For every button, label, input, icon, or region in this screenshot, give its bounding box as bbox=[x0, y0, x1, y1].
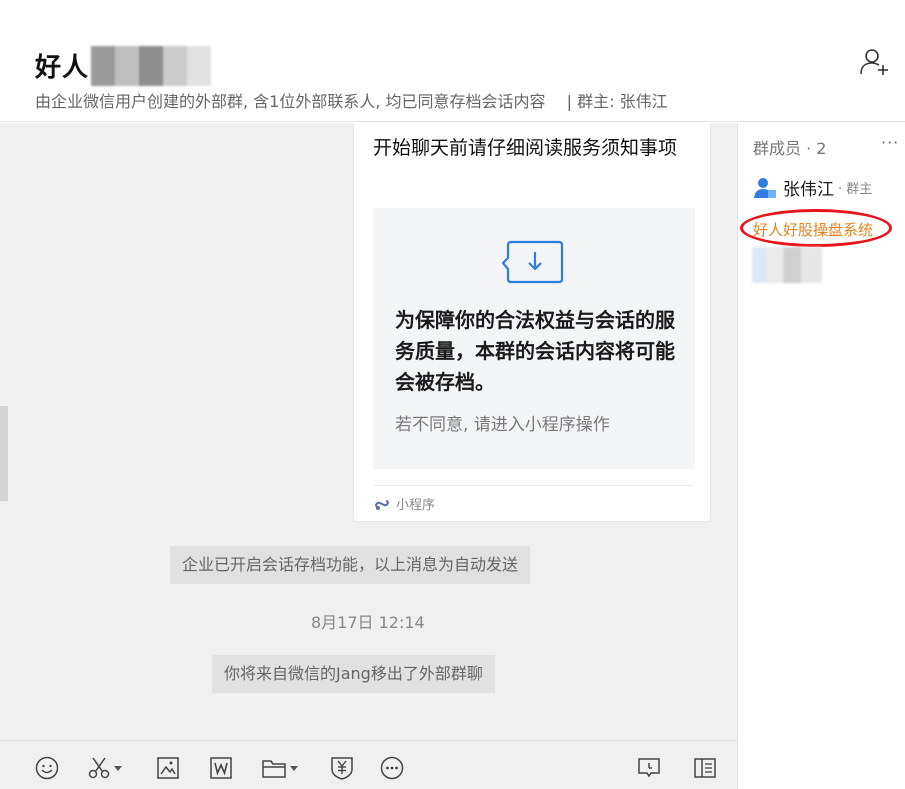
chat-subtitle: 由企业微信用户创建的外部群, 含1位外部联系人, 均已同意存档会话内容 | 群主… bbox=[35, 88, 668, 112]
card-content: 为保障你的合法权益与会话的服务质量，本群的会话内容将可能会被存档。 若不同意, … bbox=[373, 208, 695, 469]
card-divider bbox=[373, 485, 693, 486]
chat-history-icon[interactable] bbox=[637, 755, 661, 781]
chat-title-row: 好人 bbox=[35, 44, 212, 86]
member-item[interactable]: 张伟江 · 群主 bbox=[753, 175, 872, 200]
archive-download-icon bbox=[501, 240, 564, 284]
members-title: 群成员 · 2 bbox=[753, 139, 827, 158]
chevron-down-icon[interactable] bbox=[114, 765, 122, 771]
group-description: 由企业微信用户创建的外部群, 含1位外部联系人, 均已同意存档会话内容 bbox=[35, 92, 546, 111]
blurred-avatar bbox=[752, 247, 822, 283]
group-members-panel: 群成员 · 2 ··· 张伟江 · 群主 好人好股操盘系统 bbox=[737, 123, 905, 789]
members-more-button[interactable]: ··· bbox=[881, 133, 899, 152]
member-name: 好人好股操盘系统 bbox=[753, 221, 874, 239]
document-icon[interactable] bbox=[209, 755, 233, 781]
chat-title: 好人 bbox=[35, 52, 90, 83]
folder-icon[interactable] bbox=[261, 755, 298, 781]
scrollbar[interactable] bbox=[0, 406, 8, 501]
mini-program-card[interactable]: 开始聊天前请仔细阅读服务须知事项 为保障你的合法权益与会话的服务质量，本群的会话… bbox=[353, 123, 711, 522]
chat-area[interactable]: 开始聊天前请仔细阅读服务须知事项 为保障你的合法权益与会话的服务质量，本群的会话… bbox=[0, 123, 737, 740]
user-avatar-icon bbox=[754, 177, 776, 198]
system-message: 企业已开启会话存档功能，以上消息为自动发送 bbox=[170, 546, 531, 584]
card-main-text: 为保障你的合法权益与会话的服务质量，本群的会话内容将可能会被存档。 bbox=[395, 308, 675, 394]
sidebar-toggle-icon[interactable] bbox=[693, 755, 717, 781]
member-item[interactable]: 好人好股操盘系统 bbox=[753, 219, 873, 240]
member-name: 张伟江 bbox=[783, 180, 834, 200]
member-item[interactable] bbox=[752, 247, 822, 283]
chevron-down-icon[interactable] bbox=[290, 765, 298, 771]
screenshot-scissors-icon[interactable] bbox=[87, 755, 122, 781]
input-toolbar bbox=[0, 740, 737, 789]
chat-header: 好人 由企业微信用户创建的外部群, 含1位外部联系人, 均已同意存档会话内容 |… bbox=[0, 0, 905, 122]
blurred-title-mask bbox=[91, 46, 212, 86]
mini-program-label: 小程序 bbox=[396, 498, 436, 513]
card-sub-text: 若不同意, 请进入小程序操作 bbox=[395, 415, 610, 435]
add-member-icon[interactable] bbox=[858, 46, 890, 78]
card-title: 开始聊天前请仔细阅读服务须知事项 bbox=[373, 137, 678, 159]
message-timestamp: 8月17日 12:14 bbox=[311, 613, 425, 632]
mini-program-icon bbox=[375, 499, 389, 510]
more-options-icon[interactable] bbox=[380, 755, 404, 781]
system-message: 你将来自微信的Jang移出了外部群聊 bbox=[212, 655, 495, 693]
group-owner: | 群主: 张伟江 bbox=[566, 92, 668, 111]
payment-icon[interactable] bbox=[330, 755, 354, 781]
emoji-icon[interactable] bbox=[35, 755, 59, 781]
image-icon[interactable] bbox=[156, 755, 180, 781]
card-footer: 小程序 bbox=[374, 494, 435, 513]
member-role-badge: · 群主 bbox=[838, 182, 873, 197]
